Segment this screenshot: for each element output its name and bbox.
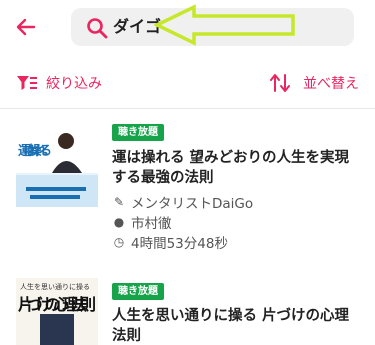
duration-row: ◷ 4時間53分48秒: [112, 232, 228, 252]
divider: [0, 108, 375, 109]
search-icon: [87, 18, 108, 39]
sort-button[interactable]: 並べ替え: [269, 70, 359, 96]
book-title[interactable]: 人生を思い通りに操る 片づけの心理法則: [112, 306, 362, 345]
book-cover-image: 運は操れる: [16, 125, 98, 207]
filter-icon: [17, 76, 37, 90]
filter-button[interactable]: 絞り込み: [16, 70, 102, 96]
cover-title-text: 片づけの心理法則: [18, 295, 96, 314]
badge: 聴き放題: [112, 124, 164, 141]
narrator-name: 市村徹: [131, 216, 172, 232]
list-item[interactable]: 運は操れる 聴き放題 運は操れる 望みどおりの人生を実現する最強の法則 ✎ メン…: [0, 118, 375, 258]
cover-title-text: 運は操れる: [18, 143, 52, 159]
sort-label: 並べ替え: [303, 76, 359, 92]
back-arrow-icon[interactable]: [12, 13, 40, 41]
stopwatch-icon: ◷: [113, 235, 125, 249]
annotation-arrow-icon: [154, 4, 295, 46]
book-title[interactable]: 運は操れる 望みどおりの人生を実現する最強の法則: [112, 148, 362, 188]
book-cover-image: 人生を思い通りに操る 片づけの心理法則: [16, 278, 98, 345]
sort-icon: [270, 74, 290, 92]
cover-caption-text: 人生を思い通りに操る: [20, 282, 90, 291]
narrator-row: ● 市村徹: [112, 212, 172, 232]
badge: 聴き放題: [112, 283, 164, 300]
top-bar: ダイゴ: [0, 0, 375, 54]
author-row: ✎ メンタリストDaiGo: [112, 192, 253, 212]
list-item[interactable]: 人生を思い通りに操る 片づけの心理法則 聴き放題 人生を思い通りに操る 片づけの…: [0, 278, 375, 345]
pen-icon: ✎: [113, 195, 125, 209]
duration: 4時間53分48秒: [131, 236, 228, 252]
result-toolbar: 絞り込み 並べ替え: [0, 62, 375, 106]
author-name: メンタリストDaiGo: [131, 196, 254, 212]
filter-label: 絞り込み: [46, 76, 102, 92]
microphone-icon: ●: [113, 215, 125, 229]
